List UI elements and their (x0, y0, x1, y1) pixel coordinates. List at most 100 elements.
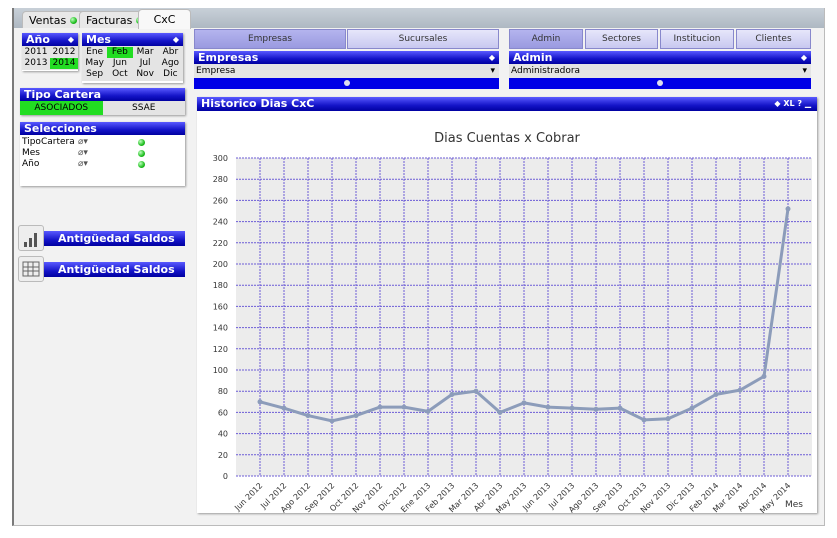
year-option[interactable]: 2011 (22, 47, 50, 58)
selection-row: Año ⌀▾ (20, 159, 185, 170)
month-option[interactable]: Nov (133, 69, 158, 80)
month-option[interactable]: Jun (107, 58, 132, 69)
scroll-handle[interactable] (344, 80, 350, 86)
y-tick-label: 300 (213, 154, 228, 163)
year-option[interactable]: 2012 (50, 47, 78, 58)
data-point[interactable] (737, 387, 743, 393)
data-point[interactable] (761, 373, 767, 379)
data-point[interactable] (377, 404, 383, 410)
data-point[interactable] (689, 405, 695, 411)
month-caption: Mes ◆ (82, 33, 183, 46)
data-point[interactable] (641, 417, 647, 423)
status-dot-icon (70, 16, 78, 24)
y-tick-label: 0 (223, 472, 228, 481)
data-point[interactable] (473, 388, 479, 394)
eraser-icon[interactable]: ◆ (489, 51, 495, 64)
data-point[interactable] (425, 408, 431, 414)
y-tick-label: 60 (218, 408, 228, 417)
month-listbox: Mes ◆ Ene Feb Mar Abr May Jun Jul Ago Sep Oct Nov Di… (82, 33, 183, 83)
tipo-caption: Tipo Cartera (20, 88, 185, 101)
data-point[interactable] (521, 400, 527, 406)
month-option[interactable]: Jul (133, 58, 158, 69)
data-point[interactable] (713, 391, 719, 397)
data-point[interactable] (329, 418, 335, 424)
empresas-scrollbar[interactable] (194, 78, 499, 89)
data-point[interactable] (257, 399, 263, 405)
selecciones-caption: Selecciones (20, 122, 185, 135)
data-point[interactable] (353, 413, 359, 419)
institucion-button[interactable]: Institucion (660, 29, 734, 49)
month-option[interactable]: Dic (158, 69, 183, 80)
month-option[interactable]: Ene (82, 47, 107, 58)
month-option[interactable]: Ago (158, 58, 183, 69)
year-listbox: Año ◆ 2011 2012 2013 2014 (22, 33, 78, 71)
x-axis-label: Mes (785, 500, 803, 510)
caption-title: Admin (513, 51, 553, 64)
help-button[interactable]: ? (797, 99, 802, 108)
tipo-option-ssae[interactable]: SSAE (103, 101, 186, 115)
data-point[interactable] (545, 404, 551, 410)
year-option[interactable]: 2014 (50, 58, 78, 69)
eraser-icon[interactable]: ◆ (68, 33, 74, 46)
month-option[interactable]: May (82, 58, 107, 69)
empresa-dropdown[interactable]: Empresa ▾ (194, 64, 499, 78)
data-point[interactable] (665, 416, 671, 422)
data-point[interactable] (497, 409, 503, 415)
dropdown-arrow-icon: ▾ (490, 66, 495, 76)
data-point[interactable] (593, 406, 599, 412)
data-point[interactable] (617, 405, 623, 411)
data-point[interactable] (569, 405, 575, 411)
sucursales-button[interactable]: Sucursales (347, 29, 499, 49)
data-point[interactable] (785, 206, 791, 212)
month-option[interactable]: Mar (133, 47, 158, 58)
export-xl-button[interactable]: XL (783, 99, 794, 108)
bar-chart-icon (18, 225, 44, 251)
tipo-option-asociados[interactable]: ASOCIADOS (20, 101, 103, 115)
data-point[interactable] (305, 413, 311, 419)
y-tick-label: 200 (213, 260, 228, 269)
selection-row: TipoCartera ⌀▾ (20, 137, 185, 148)
data-point[interactable] (449, 391, 455, 397)
month-option[interactable]: Oct (107, 69, 132, 80)
eraser-icon[interactable]: ◆ (801, 51, 807, 64)
eraser-dropdown-icon[interactable]: ⌀▾ (78, 159, 88, 169)
administradora-dropdown[interactable]: Administradora ▾ (509, 64, 811, 78)
admin-button[interactable]: Admin (509, 29, 583, 49)
nav-label: Antigüedad Saldos (58, 232, 175, 245)
year-option[interactable]: 2013 (22, 58, 50, 69)
tab-ventas[interactable]: Ventas (22, 11, 85, 28)
selection-field: Mes (22, 148, 40, 158)
month-option[interactable]: Sep (82, 69, 107, 80)
month-option[interactable]: Abr (158, 47, 183, 58)
empresas-button[interactable]: Empresas (194, 29, 346, 49)
minimize-icon[interactable]: ▁ (805, 99, 811, 108)
y-tick-label: 120 (213, 345, 228, 354)
tab-label: Facturas (86, 13, 133, 27)
scroll-handle[interactable] (657, 80, 663, 86)
sectores-button[interactable]: Sectores (585, 29, 658, 49)
clientes-button[interactable]: Clientes (736, 29, 811, 49)
caption-title: Mes (86, 33, 111, 46)
y-tick-label: 260 (213, 196, 228, 205)
data-point[interactable] (281, 405, 287, 411)
tab-cxc[interactable]: CxC (138, 9, 191, 29)
eraser-dropdown-icon[interactable]: ⌀▾ (78, 137, 88, 147)
y-tick-label: 180 (213, 281, 228, 290)
eraser-icon[interactable]: ◆ (173, 33, 179, 46)
selection-row: Mes ⌀▾ (20, 148, 185, 159)
selecciones-box: Selecciones TipoCartera ⌀▾ Mes ⌀▾ Año ⌀▾ (20, 122, 185, 186)
antiguedad-saldos-chart-button[interactable]: Antigüedad Saldos (18, 225, 185, 251)
tipo-cartera-box: Tipo Cartera ASOCIADOS SSAE (20, 88, 185, 115)
eraser-icon[interactable]: ◆ (774, 99, 783, 108)
table-icon (18, 256, 44, 282)
field-label: Empresa (196, 66, 236, 76)
month-option[interactable]: Feb (107, 47, 133, 58)
data-point[interactable] (401, 404, 407, 410)
tab-label: Ventas (29, 13, 67, 27)
eraser-dropdown-icon[interactable]: ⌀▾ (78, 148, 88, 158)
admin-scrollbar[interactable] (509, 78, 811, 89)
caption-title: Historico Dias CxC (201, 97, 315, 110)
admin-caption: Admin ◆ (509, 51, 811, 64)
antiguedad-saldos-table-button[interactable]: Antigüedad Saldos (18, 256, 185, 282)
y-tick-label: 240 (213, 218, 228, 227)
